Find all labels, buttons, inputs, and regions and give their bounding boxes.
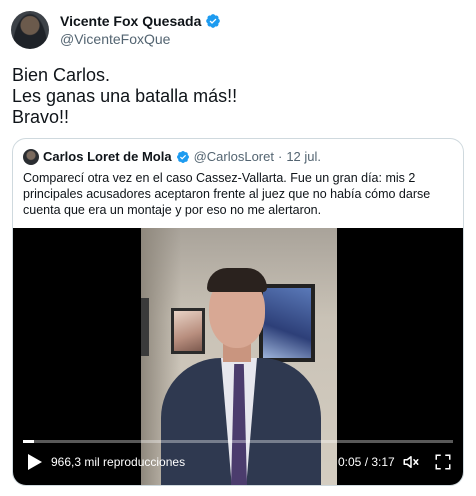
- tweet-text-line: Bravo!!: [12, 107, 70, 127]
- quoted-author-name[interactable]: Carlos Loret de Mola: [43, 149, 172, 164]
- quoted-author-avatar[interactable]: [23, 149, 39, 165]
- author-avatar[interactable]: [11, 11, 49, 49]
- tweet-text-line: Les ganas una batalla más!!: [12, 86, 238, 106]
- video-progress-bar[interactable]: [23, 440, 453, 443]
- volume-icon[interactable]: [402, 453, 420, 471]
- verified-badge-icon: [176, 150, 189, 163]
- video-progress-fill: [23, 440, 35, 443]
- play-icon[interactable]: [27, 453, 43, 471]
- video-time: 0:05 / 3:17: [338, 455, 395, 469]
- tweet-card[interactable]: Vicente Fox Quesada @VicenteFoxQue Bien …: [0, 0, 476, 496]
- quoted-tweet[interactable]: Carlos Loret de Mola @CarlosLoret · 12 j…: [12, 138, 464, 486]
- wall-painting: [171, 308, 205, 354]
- quoted-author-handle[interactable]: @CarlosLoret: [194, 149, 274, 164]
- verified-badge-icon: [206, 14, 221, 28]
- quoted-text: Comparecí otra vez en el caso Cassez-Val…: [23, 171, 431, 217]
- wall-painting-blue: [259, 284, 315, 362]
- quoted-header: Carlos Loret de Mola @CarlosLoret · 12 j…: [43, 149, 321, 164]
- wall-frame-left: [141, 298, 149, 356]
- author-name[interactable]: Vicente Fox Quesada: [60, 13, 201, 29]
- tweet-text: Bien Carlos. Les ganas una batalla más!!…: [12, 65, 237, 128]
- author-handle[interactable]: @VicenteFoxQue: [60, 31, 170, 47]
- video-frame: [141, 228, 337, 485]
- tweet-text-line: Bien Carlos.: [12, 65, 111, 85]
- view-count: 966,3 mil reproducciones: [51, 455, 186, 469]
- quoted-date[interactable]: 12 jul.: [286, 149, 321, 164]
- fullscreen-icon[interactable]: [434, 453, 452, 471]
- author-name-row[interactable]: Vicente Fox Quesada: [60, 13, 221, 29]
- video-player[interactable]: 966,3 mil reproducciones 0:05 / 3:17: [13, 228, 463, 485]
- person-hair: [207, 268, 267, 292]
- dot-separator: ·: [277, 149, 283, 164]
